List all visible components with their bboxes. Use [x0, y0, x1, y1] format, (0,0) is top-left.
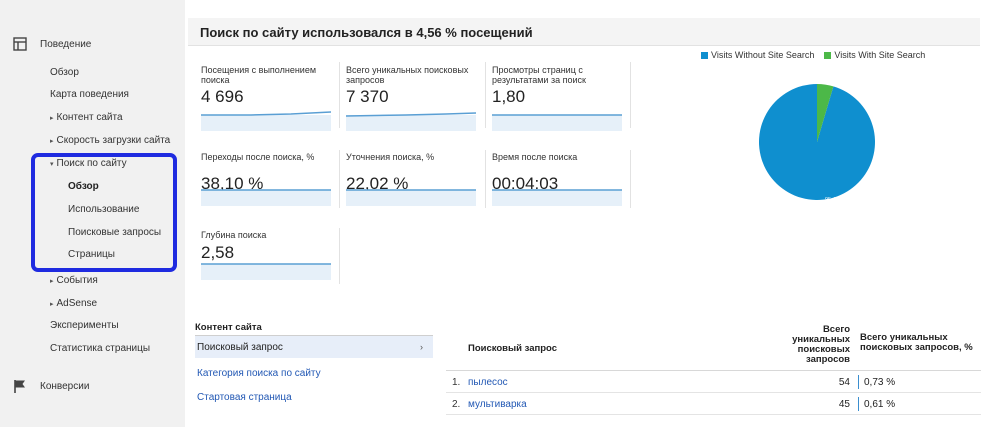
sidebar-item-site-content-label: Контент сайта: [56, 112, 123, 123]
divider: [339, 228, 340, 284]
dimension-search-term[interactable]: Поисковый запрос ›: [195, 336, 433, 358]
pie-chart: 95.4%: [759, 84, 875, 203]
metric-label: Всего уникальных поисковых запросов: [346, 65, 469, 85]
sparkline: [492, 114, 622, 131]
sidebar-item-adsense-label: AdSense: [56, 298, 98, 309]
legend-swatch-with: [824, 51, 832, 59]
percent-value: 0,61 %: [864, 399, 896, 410]
sidebar-section-behavior[interactable]: Поведение: [12, 36, 91, 52]
expand-arrow-icon: ▸: [50, 138, 54, 145]
expand-arrow-icon: ▸: [50, 301, 54, 308]
sidebar-item-behavior-flow[interactable]: Карта поведения: [50, 89, 129, 100]
divider: [630, 62, 631, 128]
sparkline: [201, 189, 331, 206]
sidebar-section-behavior-label: Поведение: [40, 38, 92, 50]
metric-search-refinements[interactable]: Уточнения поиска, % 22,02 %: [346, 152, 478, 206]
sidebar-item-site-content[interactable]: ▸ Контент сайта: [50, 112, 123, 123]
panel-title: Контент сайта: [195, 322, 433, 336]
dimension-start-page[interactable]: Стартовая страница: [197, 392, 292, 403]
metric-results-pageviews-per-search[interactable]: Просмотры страниц с результатами за поис…: [492, 65, 624, 131]
metric-label: Переходы после поиска, %: [201, 152, 315, 162]
pie-legend: Visits Without Site Search Visits With S…: [701, 50, 925, 60]
flag-icon: [14, 380, 25, 393]
divider: [485, 150, 486, 208]
metric-time-after-search[interactable]: Время после поиска 00:04:03: [492, 152, 624, 206]
dimension-search-category[interactable]: Категория поиска по сайту: [197, 368, 321, 379]
sidebar-item-page-stats[interactable]: Статистика страницы: [50, 343, 150, 354]
row-number: 2.: [452, 399, 461, 410]
sparkline: [201, 111, 331, 131]
report-header: Поиск по сайту использовался в 4,56 % по…: [188, 18, 980, 46]
highlight-box: [31, 153, 177, 272]
percent-bar: [858, 397, 859, 411]
total-value: 45: [838, 399, 850, 410]
metric-label: Просмотры страниц с результатами за поис…: [492, 65, 586, 85]
metric-total-unique-searches[interactable]: Всего уникальных поисковых запросов 7 37…: [346, 65, 478, 131]
divider: [339, 62, 340, 128]
metric-visits-with-search[interactable]: Посещения с выполнением поиска 4 696: [201, 65, 333, 131]
sidebar-section-conversions-label: Конверсии: [40, 380, 90, 392]
metric-search-depth[interactable]: Глубина поиска 2,58: [201, 230, 333, 280]
column-header-total[interactable]: Всего уникальных поисковых запросов: [778, 325, 850, 365]
legend-swatch-without: [701, 51, 708, 59]
metric-value: 4 696: [201, 87, 244, 106]
divider: [630, 150, 631, 208]
sparkline: [346, 189, 476, 206]
percent-value: 0,73 %: [864, 377, 896, 388]
row-number: 1.: [452, 377, 461, 388]
legend-label-with: Visits With Site Search: [834, 50, 926, 60]
metric-label: Глубина поиска: [201, 230, 267, 240]
sidebar-item-overview[interactable]: Обзор: [50, 67, 79, 78]
behavior-icon: [13, 37, 27, 51]
expand-arrow-icon: ▸: [50, 115, 54, 122]
metric-label: Посещения с выполнением поиска: [201, 65, 317, 85]
expand-arrow-icon: ▸: [50, 278, 54, 285]
sparkline: [346, 112, 476, 131]
search-term-link[interactable]: пылесос: [468, 377, 508, 388]
legend-label-without: Visits Without Site Search: [711, 50, 815, 60]
total-value: 54: [838, 377, 850, 388]
metric-value: 7 370: [346, 87, 389, 106]
sidebar-item-site-speed-label: Скорость загрузки сайта: [56, 135, 171, 146]
table-header: Поисковый запрос Всего уникальных поиско…: [446, 323, 981, 371]
percent-bar: [858, 375, 859, 389]
table-row: 2. мультиварка 45 0,61 %: [446, 393, 981, 415]
divider: [485, 62, 486, 128]
search-terms-table: Поисковый запрос Всего уникальных поиско…: [446, 323, 981, 415]
search-term-link[interactable]: мультиварка: [468, 399, 527, 410]
sidebar: Поведение Обзор Карта поведения ▸ Контент…: [0, 0, 185, 427]
site-content-panel: Контент сайта Поисковый запрос › Категор…: [195, 322, 433, 403]
sidebar-section-conversions[interactable]: Конверсии: [12, 378, 89, 394]
sidebar-item-events-label: События: [56, 275, 98, 286]
chevron-right-icon: ›: [420, 342, 423, 352]
pie-slice-label: 95.4%: [825, 197, 841, 203]
metric-label: Уточнения поиска, %: [346, 152, 435, 162]
sidebar-item-adsense[interactable]: ▸ AdSense: [50, 298, 97, 309]
metric-label: Время после поиска: [492, 152, 578, 162]
dimension-label: Поисковый запрос: [197, 341, 283, 353]
sparkline: [492, 189, 622, 206]
sidebar-item-site-speed[interactable]: ▸ Скорость загрузки сайта: [50, 135, 170, 146]
divider: [339, 150, 340, 208]
sparkline: [201, 263, 331, 280]
page-title: Поиск по сайту использовался в 4,56 % по…: [200, 25, 533, 40]
metric-search-exits[interactable]: Переходы после поиска, % 38,10 %: [201, 152, 333, 206]
sidebar-item-events[interactable]: ▸ События: [50, 275, 98, 286]
metric-value: 1,80: [492, 87, 526, 106]
column-header-query[interactable]: Поисковый запрос: [468, 344, 557, 354]
table-row: 1. пылесос 54 0,73 %: [446, 371, 981, 393]
column-header-percent[interactable]: Всего уникальных поисковых запросов, %: [860, 333, 975, 353]
sidebar-item-experiments[interactable]: Эксперименты: [50, 320, 119, 331]
